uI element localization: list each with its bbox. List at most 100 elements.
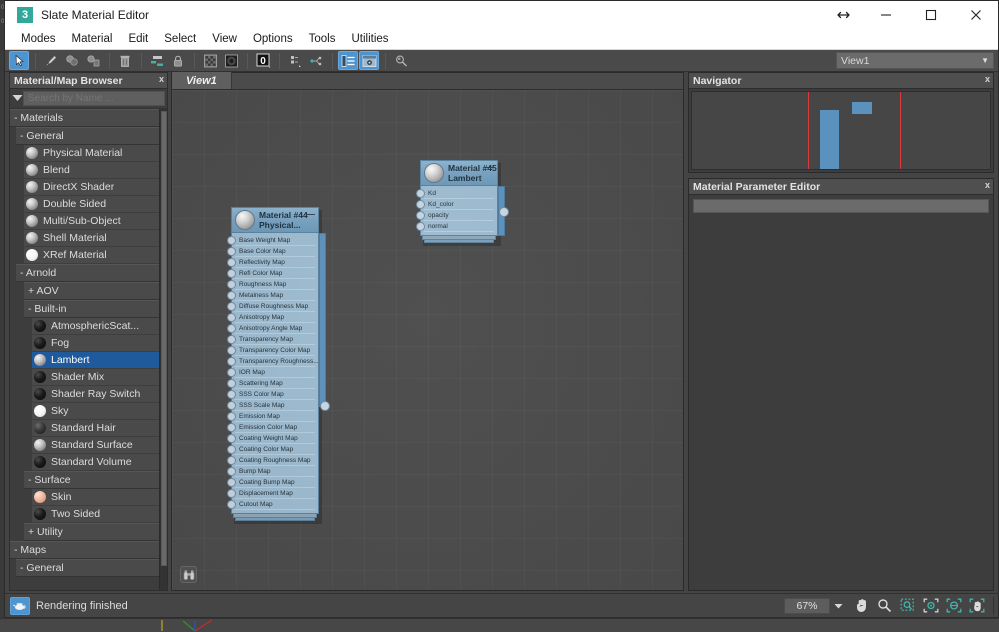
browser-item-sky[interactable]: Sky [32, 403, 159, 420]
tab-view1[interactable]: View1 [172, 72, 232, 89]
input-socket-icon[interactable] [227, 258, 236, 268]
parameter-editor-close-icon[interactable]: x [985, 180, 990, 190]
input-socket-icon[interactable] [227, 467, 236, 477]
input-socket-icon[interactable] [227, 401, 236, 411]
node-input-slot[interactable]: Coating Roughness Map [227, 455, 315, 467]
search-input[interactable] [23, 90, 165, 106]
input-socket-icon[interactable] [227, 247, 236, 257]
zoom-region-button[interactable] [897, 596, 918, 616]
browser-group-general[interactable]: - General [16, 127, 159, 145]
browser-group-builtin[interactable]: - Built-in [24, 300, 159, 318]
menu-utilities[interactable]: Utilities [343, 31, 396, 47]
node-header[interactable]: Material #44 Physical... — [231, 207, 319, 234]
parameter-editor-icon[interactable] [359, 51, 379, 70]
graph-node[interactable]: Material #44 Physical... — Base Weight Map B… [227, 207, 330, 525]
browser-group-general[interactable]: - General [16, 559, 159, 577]
assign-material-icon[interactable] [62, 51, 82, 70]
input-socket-icon[interactable] [227, 335, 236, 345]
navigator-close-icon[interactable]: x [985, 74, 990, 84]
node-collapse-icon[interactable]: — [485, 162, 494, 172]
input-socket-icon[interactable] [227, 423, 236, 433]
browser-item-shaderrayswitch[interactable]: Shader Ray Switch [32, 386, 159, 403]
menu-material[interactable]: Material [64, 31, 121, 47]
browser-item-physicalmaterial[interactable]: Physical Material [24, 145, 159, 162]
eyedropper-icon[interactable] [41, 51, 61, 70]
browser-item-skin[interactable]: Skin [32, 489, 159, 506]
layout-horizontal-icon[interactable] [306, 51, 326, 70]
input-socket-icon[interactable] [227, 489, 236, 499]
node-input-slot[interactable]: Scattering Map [227, 378, 315, 390]
zoom-extents-button[interactable] [943, 596, 964, 616]
lock-icon[interactable] [168, 51, 188, 70]
node-input-slot[interactable]: Transparency Map [227, 334, 315, 346]
resize-handle-icon[interactable] [823, 1, 863, 29]
node-input-slot[interactable]: SSS Color Map [227, 389, 315, 401]
input-socket-icon[interactable] [227, 291, 236, 301]
input-socket-icon[interactable] [227, 368, 236, 378]
browser-item-atmosphericscat[interactable]: AtmosphericScat... [32, 318, 159, 335]
input-socket-icon[interactable] [227, 357, 236, 367]
node-input-slot[interactable]: Anisotropy Map [227, 312, 315, 324]
view-selector-dropdown[interactable]: View1 ▼ [836, 52, 994, 69]
node-input-slot[interactable]: SSS Scale Map [227, 400, 315, 412]
node-input-slot[interactable]: Transparency Color Map [227, 345, 315, 357]
node-input-slot[interactable]: Base Color Map [227, 246, 315, 258]
node-input-slot[interactable]: Cutout Map [227, 499, 315, 511]
node-graph-canvas[interactable]: Material #44 Physical... — Base Weight Map B… [172, 90, 683, 590]
layout-vertical-icon[interactable] [285, 51, 305, 70]
input-socket-icon[interactable] [227, 390, 236, 400]
browser-group-maps[interactable]: - Maps [10, 541, 159, 559]
node-input-slot[interactable]: Base Weight Map [227, 235, 315, 247]
node-input-slot[interactable]: Transparency Roughness... [227, 356, 319, 368]
select-by-material-icon[interactable] [391, 51, 411, 70]
browser-item-standardsurface[interactable]: Standard Surface [32, 437, 159, 454]
menu-select[interactable]: Select [156, 31, 204, 47]
shaded-sphere-icon[interactable] [221, 51, 241, 70]
minimize-icon[interactable] [863, 1, 908, 29]
node-input-slot[interactable]: Reflectivity Map [227, 257, 315, 269]
browser-item-xrefmaterial[interactable]: XRef Material [24, 247, 159, 264]
browser-close-icon[interactable]: x [159, 74, 164, 84]
move-children-icon[interactable] [147, 51, 167, 70]
input-socket-icon[interactable] [227, 379, 236, 389]
render-teapot-icon[interactable] [10, 596, 30, 615]
output-socket-icon[interactable] [320, 401, 330, 411]
browser-group-surface[interactable]: - Surface [24, 471, 159, 489]
input-socket-icon[interactable] [227, 324, 236, 334]
browser-item-twosided[interactable]: Two Sided [32, 506, 159, 523]
node-collapse-icon[interactable]: — [306, 209, 315, 219]
checker-background-icon[interactable] [200, 51, 220, 70]
browser-item-directxshader[interactable]: DirectX Shader [24, 179, 159, 196]
browser-item-standardhair[interactable]: Standard Hair [32, 420, 159, 437]
browser-group-aov[interactable]: + AOV [24, 282, 159, 300]
node-input-slot[interactable]: Emission Map [227, 411, 315, 423]
parameter-editor-name-field[interactable] [693, 199, 989, 213]
input-socket-icon[interactable] [416, 222, 425, 232]
node-input-slot[interactable]: Kd [416, 188, 494, 200]
node-input-slot[interactable]: Bump Map [227, 466, 315, 478]
trash-icon[interactable] [115, 51, 135, 70]
browser-tree[interactable]: - Materials - General Physical Material Ble… [10, 109, 159, 590]
browser-item-doublesided[interactable]: Double Sided [24, 196, 159, 213]
browser-group-arnold[interactable]: - Arnold [16, 264, 159, 282]
node-input-slot[interactable]: Emission Color Map [227, 422, 315, 434]
zoom-level-value[interactable]: 67% [784, 597, 830, 614]
zoom-extents-selected-button[interactable] [920, 596, 941, 616]
node-header[interactable]: Material #45 Lambert — [420, 160, 498, 187]
close-icon[interactable] [953, 1, 998, 29]
browser-group-utility[interactable]: + Utility [24, 523, 159, 541]
node-input-slot[interactable]: Displacement Map [227, 488, 315, 500]
node-input-slot[interactable]: Metalness Map [227, 290, 315, 302]
menu-modes[interactable]: Modes [13, 31, 64, 47]
node-input-slot[interactable]: Coating Weight Map [227, 433, 315, 445]
browser-item-multisubobject[interactable]: Multi/Sub-Object [24, 213, 159, 230]
node-input-slot[interactable]: normal [416, 221, 494, 233]
menu-edit[interactable]: Edit [120, 31, 156, 47]
maximize-icon[interactable] [908, 1, 953, 29]
browser-item-lambert[interactable]: Lambert [32, 352, 159, 369]
input-socket-icon[interactable] [227, 434, 236, 444]
browser-item-blend[interactable]: Blend [24, 162, 159, 179]
pan-tool-button[interactable] [851, 596, 872, 616]
input-socket-icon[interactable] [416, 211, 425, 221]
material-viewport-icon[interactable] [83, 51, 103, 70]
